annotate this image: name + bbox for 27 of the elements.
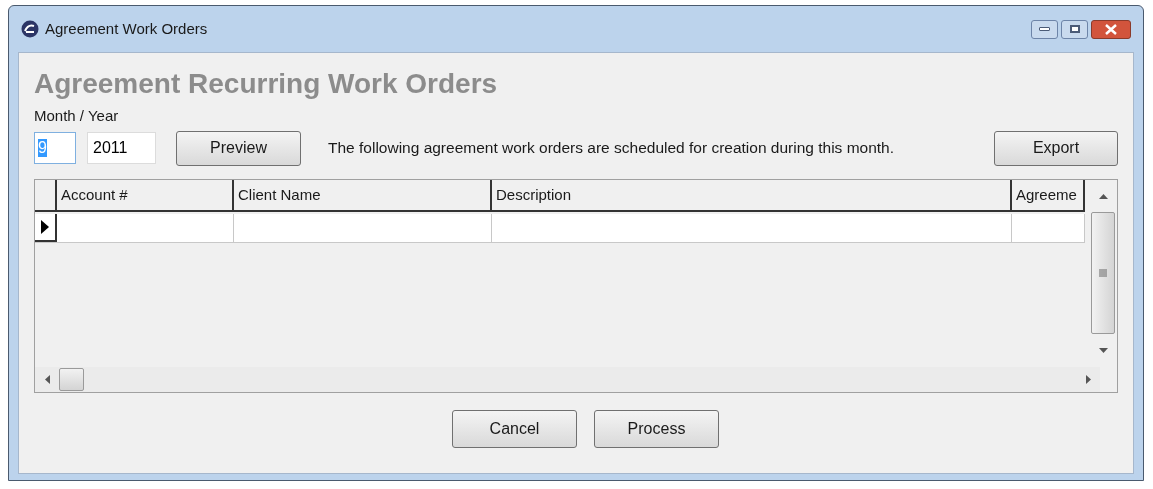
scroll-thumb[interactable] xyxy=(1091,212,1115,334)
process-button[interactable]: Process xyxy=(594,410,719,448)
table-cell[interactable] xyxy=(234,214,492,242)
table-cell[interactable] xyxy=(1012,214,1085,242)
export-button[interactable]: Export xyxy=(994,130,1118,166)
close-icon xyxy=(1104,23,1118,35)
table-cell[interactable] xyxy=(492,214,1012,242)
row-header[interactable] xyxy=(35,214,57,242)
restore-button[interactable] xyxy=(1061,19,1088,39)
horizontal-scrollbar[interactable] xyxy=(35,367,1100,392)
page-heading: Agreement Recurring Work Orders xyxy=(34,67,498,101)
app-logo-icon xyxy=(21,20,39,38)
column-header[interactable]: Description xyxy=(492,180,1012,210)
column-header[interactable]: Client Name xyxy=(234,180,492,210)
current-row-icon xyxy=(40,220,50,234)
cancel-button[interactable]: Cancel xyxy=(452,410,577,448)
field-label: Month / Year xyxy=(34,107,119,125)
year-field[interactable]: 2011 xyxy=(87,132,156,164)
table-cell[interactable] xyxy=(57,214,234,242)
minimize-button[interactable] xyxy=(1031,19,1058,39)
close-button[interactable] xyxy=(1091,19,1131,39)
column-header[interactable]: Account # xyxy=(57,180,234,210)
column-header[interactable]: Agreeme xyxy=(1012,180,1085,210)
preview-button[interactable]: Preview xyxy=(176,130,301,166)
window-title: Agreement Work Orders xyxy=(45,18,208,39)
info-message: The following agreement work orders are scheduled for creation during this month. xyxy=(328,138,895,159)
scroll-thumb[interactable] xyxy=(59,368,84,391)
